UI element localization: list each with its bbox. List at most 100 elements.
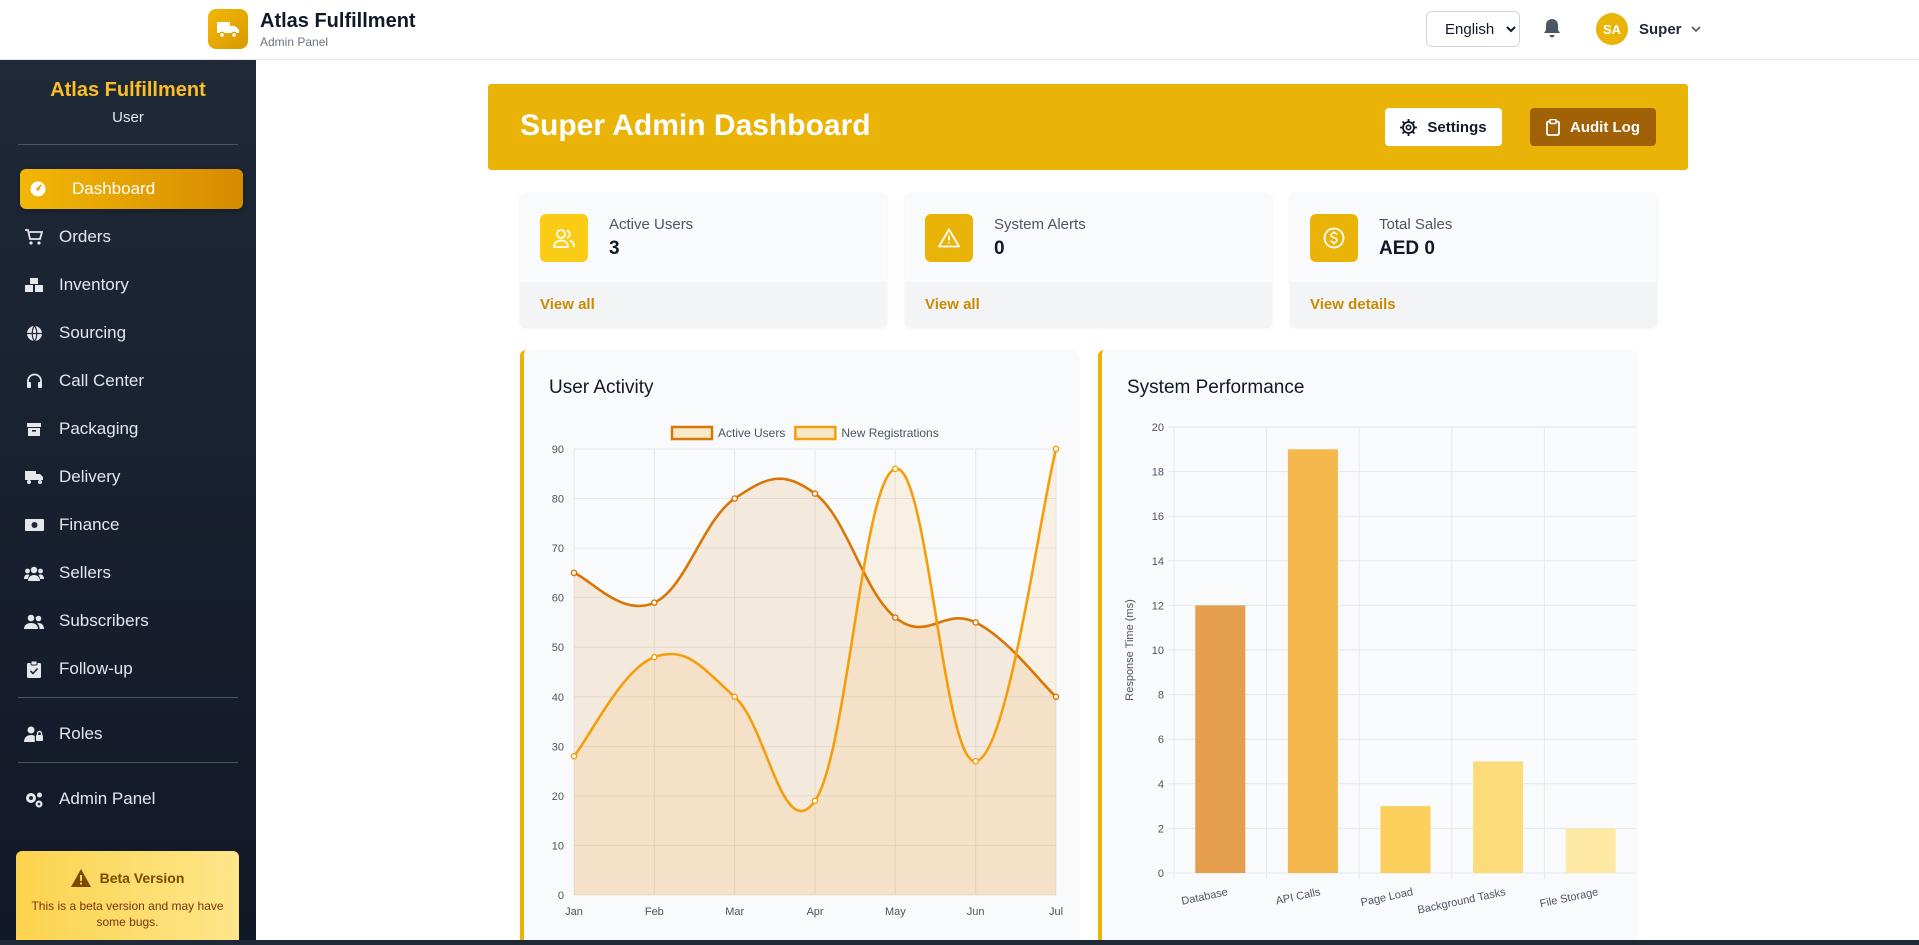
data-point [811,797,819,805]
y-tick-label: 6 [1158,734,1164,746]
x-tick-label: May [885,906,906,918]
beta-title: Beta Version [99,870,185,886]
audit-log-button[interactable]: Audit Log [1530,108,1656,146]
warning-icon [70,869,91,887]
sidebar-item-label: Packaging [59,419,139,438]
y-tick-label: 20 [552,791,564,803]
user-lock-icon [24,724,44,744]
legend-label: New Registrations [841,426,938,440]
sidebar-item-subscribers[interactable]: Subscribers [20,601,243,641]
system-performance-chart: 0 2 4 6 8 10 12 14 16 18 20 Database API Calls Page L… [1124,422,1636,917]
stat-value: 3 [609,238,620,259]
user-menu[interactable]: SA Super [1596,13,1702,45]
y-axis-label: Response Time (ms) [1124,599,1136,700]
system-performance-panel: System Performance 0 2 4 6 8 10 12 14 16 18 20 Data… [1098,350,1636,945]
x-tick-label: API Calls [1275,886,1322,907]
top-header: Atlas Fulfillment Admin Panel English SA… [0,0,1919,60]
legend-swatch [794,425,837,441]
sidebar: Atlas Fulfillment User Dashboard Orders … [0,60,256,945]
audit-log-label: Audit Log [1570,118,1640,136]
stat-label: Active Users [609,216,694,233]
view-all-link[interactable]: View all [540,296,595,313]
truck-icon [24,467,44,487]
sidebar-item-finance[interactable]: Finance [20,505,243,545]
sidebar-item-inventory[interactable]: Inventory [20,265,243,305]
y-tick-label: 80 [552,494,564,506]
view-details-link[interactable]: View details [1310,296,1396,313]
brand-title: Atlas Fulfillment [260,9,416,32]
bar [1380,806,1431,873]
x-tick-label: Background Tasks [1417,886,1508,916]
users-icon [24,563,44,583]
gear-icon [1400,118,1418,136]
sidebar-item-label: Roles [59,724,103,743]
stat-label: System Alerts [994,216,1086,233]
sidebar-item-sourcing[interactable]: Sourcing [20,313,243,353]
x-tick-label: Jul [1049,906,1063,918]
x-tick-label: Jun [967,906,985,918]
bell-icon[interactable] [1541,17,1563,39]
sidebar-item-sellers[interactable]: Sellers [20,553,243,593]
y-tick-label: 14 [1152,556,1164,568]
stat-footer: View all [520,282,887,327]
view-all-link[interactable]: View all [925,296,980,313]
beta-text: This is a beta version and may have some… [31,899,224,929]
data-point [570,569,578,577]
bottom-bar [0,940,1919,945]
stat-card-total-sales: Total Sales AED 0 View details [1290,193,1657,327]
stat-footer: View details [1290,282,1657,327]
sidebar-item-orders[interactable]: Orders [20,217,243,257]
y-tick-label: 50 [552,642,564,654]
y-tick-label: 8 [1158,690,1164,702]
data-point [651,653,658,661]
stat-label: Total Sales [1379,216,1453,233]
y-tick-label: 90 [552,444,564,456]
sidebar-item-follow-up[interactable]: Follow-up [20,649,243,689]
data-point [972,619,979,626]
y-tick-label: 0 [558,890,564,902]
sidebar-item-label: Sourcing [59,323,127,342]
dollar-icon [1310,214,1358,262]
sidebar-item-roles[interactable]: Roles [20,714,243,754]
stat-card-system-alerts: System Alerts 0 View all [905,193,1272,327]
legend-swatch [670,425,714,441]
x-tick-label: Mar [725,906,744,918]
sidebar-item-delivery[interactable]: Delivery [20,457,243,497]
bar [1195,605,1246,873]
sidebar-item-dashboard[interactable]: Dashboard [20,169,243,209]
headset-icon [24,371,44,391]
warning-icon [925,214,973,262]
brand-subtitle: Admin Panel [260,34,329,49]
y-tick-label: 70 [552,543,564,555]
globe-icon [24,323,44,343]
settings-button[interactable]: Settings [1385,108,1502,146]
legend-label: Active Users [718,426,785,440]
user-name: Super [1639,20,1682,38]
y-tick-label: 4 [1158,779,1164,791]
box-icon [24,419,44,439]
y-tick-label: 10 [552,840,564,852]
sidebar-item-packaging[interactable]: Packaging [20,409,243,449]
y-tick-label: 16 [1152,511,1164,523]
x-tick-label: Jan [565,906,583,918]
y-tick-label: 40 [552,692,564,704]
y-tick-label: 30 [552,741,564,753]
sidebar-item-admin-panel[interactable]: Admin Panel [20,779,243,819]
dashboard-icon [28,179,48,199]
language-select[interactable]: English [1426,11,1520,47]
sidebar-item-call-center[interactable]: Call Center [20,361,243,401]
sidebar-item-label: Orders [59,227,111,246]
y-tick-label: 2 [1158,823,1164,835]
sidebar-item-label: Call Center [59,371,145,390]
stat-card-active-users: Active Users 3 View all [520,193,887,327]
stat-value: 0 [994,238,1005,259]
x-tick-label: Page Load [1360,886,1415,909]
y-tick-label: 12 [1152,600,1164,612]
sidebar-item-label: Follow-up [59,659,133,678]
x-tick-label: Apr [806,906,823,918]
sidebar-subtitle: User [112,109,144,126]
data-point [731,693,738,701]
gears-icon [24,789,44,809]
page-title: Super Admin Dashboard [520,109,871,142]
brand[interactable]: Atlas Fulfillment Admin Panel [208,9,416,49]
